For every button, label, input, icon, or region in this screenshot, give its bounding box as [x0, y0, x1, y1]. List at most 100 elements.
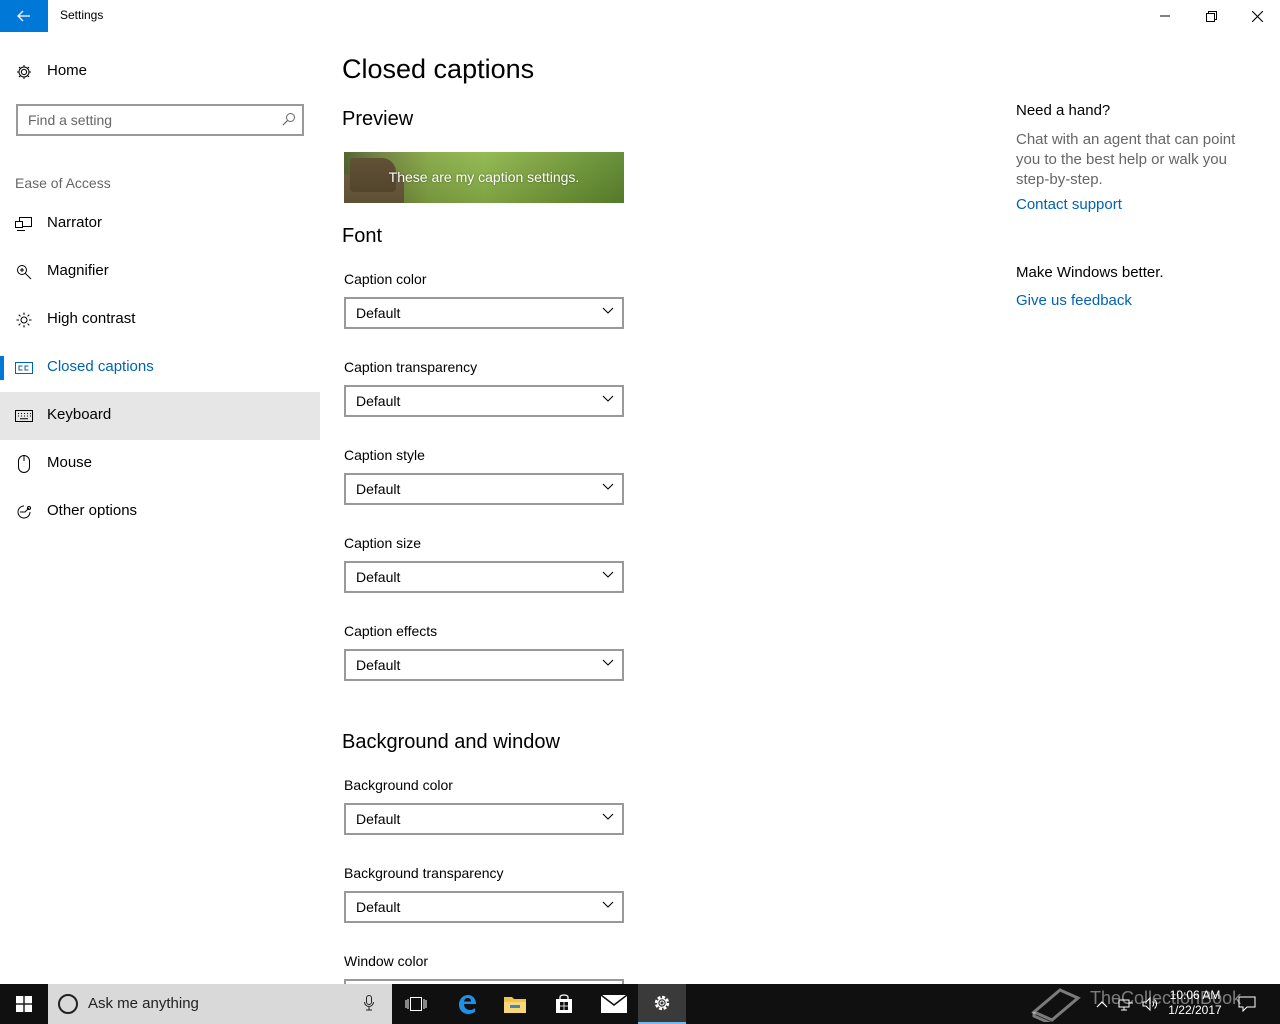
- store-icon: [556, 994, 572, 1013]
- help-heading: Need a hand?: [1016, 102, 1111, 119]
- caption-effects-dropdown[interactable]: Default: [344, 649, 624, 681]
- page-title: Closed captions: [342, 54, 535, 84]
- dropdown-value: Default: [356, 481, 401, 497]
- close-icon: [1251, 10, 1263, 22]
- edge-button[interactable]: [443, 984, 491, 1024]
- keyboard-icon: [15, 407, 33, 425]
- sidebar-item-label: Home: [47, 62, 88, 79]
- settings-taskbar-button[interactable]: [638, 984, 686, 1024]
- caption-color-dropdown[interactable]: Default: [344, 297, 624, 329]
- settings-icon: [654, 995, 670, 1011]
- taskbar: Ask me anything TheCollectionBook 10:06 …: [0, 984, 1280, 1024]
- sidebar-item-label: Magnifier: [47, 262, 109, 279]
- dropdown-value: Default: [356, 393, 401, 409]
- search-icon[interactable]: [282, 112, 296, 131]
- file-explorer-icon: [504, 997, 526, 1013]
- clock-date: 1/22/2017: [1168, 1003, 1222, 1017]
- store-button[interactable]: [540, 984, 588, 1024]
- taskbar-clock[interactable]: 10:06 AM 1/22/2017: [1160, 988, 1230, 1018]
- microphone-icon[interactable]: [364, 995, 374, 1016]
- caption-size-label: Caption size: [344, 535, 422, 551]
- chevron-down-icon: [602, 483, 614, 490]
- sidebar-item-label: High contrast: [47, 310, 136, 327]
- sidebar-item-narrator[interactable]: Narrator: [0, 200, 320, 248]
- dropdown-value: Default: [356, 569, 401, 585]
- cortana-icon: [58, 994, 78, 1014]
- chevron-down-icon: [602, 813, 614, 820]
- network-icon[interactable]: [1118, 994, 1134, 1014]
- chevron-down-icon: [602, 395, 614, 402]
- section-label: Ease of Access: [15, 175, 111, 191]
- cortana-search-box[interactable]: Ask me anything: [48, 984, 392, 1024]
- minimize-icon: [1160, 15, 1170, 17]
- cortana-search-text: Ask me anything: [88, 995, 199, 1012]
- chevron-down-icon: [602, 659, 614, 666]
- caption-size-dropdown[interactable]: Default: [344, 561, 624, 593]
- contact-support-link[interactable]: Contact support: [1016, 196, 1122, 213]
- sidebar-item-label: Other options: [47, 502, 138, 519]
- search-input[interactable]: [18, 106, 278, 134]
- sidebar: Home Ease of Access Narrator: [0, 32, 320, 984]
- magnifier-icon: [15, 263, 33, 281]
- caption-style-dropdown[interactable]: Default: [344, 473, 624, 505]
- mouse-icon: [15, 455, 33, 473]
- edge-icon: [459, 995, 476, 1014]
- clock-time: 10:06 AM: [1169, 988, 1221, 1002]
- caption-style-label: Caption style: [344, 447, 425, 463]
- window-title: Settings: [60, 8, 104, 22]
- sidebar-item-keyboard[interactable]: Keyboard: [0, 392, 320, 440]
- minimize-button[interactable]: [1142, 0, 1188, 32]
- start-button[interactable]: [0, 984, 48, 1024]
- restore-button[interactable]: [1188, 0, 1234, 32]
- sidebar-item-label: Mouse: [47, 454, 93, 471]
- high-contrast-icon: [15, 311, 33, 329]
- sidebar-item-label: Narrator: [47, 214, 103, 231]
- mail-button[interactable]: [590, 984, 638, 1024]
- restore-icon: [1205, 10, 1217, 22]
- preview-caption-text: These are my caption settings.: [388, 169, 580, 185]
- windows-logo-icon: [16, 996, 32, 1012]
- caption-color-label: Caption color: [344, 271, 427, 287]
- sidebar-item-label: Keyboard: [47, 406, 112, 423]
- feedback-heading: Make Windows better.: [1016, 264, 1164, 281]
- dropdown-value: Default: [356, 811, 401, 827]
- sidebar-item-magnifier[interactable]: Magnifier: [0, 248, 320, 296]
- preview-heading: Preview: [342, 108, 414, 130]
- help-text: Chat with an agent that can point you to…: [1016, 131, 1236, 188]
- sidebar-item-closed-captions[interactable]: Closed captions: [0, 344, 320, 392]
- chevron-down-icon: [602, 571, 614, 578]
- background-color-label: Background color: [344, 777, 453, 793]
- sidebar-item-home[interactable]: Home: [0, 48, 320, 96]
- sidebar-item-high-contrast[interactable]: High contrast: [0, 296, 320, 344]
- title-bar: Settings: [0, 0, 1280, 32]
- chevron-down-icon: [602, 307, 614, 314]
- background-transparency-label: Background transparency: [344, 865, 504, 881]
- file-explorer-button[interactable]: [491, 984, 539, 1024]
- volume-icon[interactable]: [1142, 994, 1160, 1014]
- sidebar-item-mouse[interactable]: Mouse: [0, 440, 320, 488]
- caption-transparency-dropdown[interactable]: Default: [344, 385, 624, 417]
- narrator-icon: [15, 215, 33, 233]
- search-box[interactable]: [16, 104, 304, 136]
- background-color-dropdown[interactable]: Default: [344, 803, 624, 835]
- close-button[interactable]: [1234, 0, 1280, 32]
- mail-icon: [601, 995, 627, 1013]
- chevron-up-icon[interactable]: [1096, 994, 1108, 1014]
- book-logo-icon: [1031, 988, 1081, 1022]
- task-view-button[interactable]: [392, 984, 440, 1024]
- chevron-down-icon: [602, 901, 614, 908]
- back-button[interactable]: [0, 0, 48, 32]
- dropdown-value: Default: [356, 657, 401, 673]
- sidebar-item-other-options[interactable]: Other options: [0, 488, 320, 536]
- arrow-left-icon: [17, 10, 30, 22]
- background-transparency-dropdown[interactable]: Default: [344, 891, 624, 923]
- action-center-icon[interactable]: [1238, 994, 1256, 1014]
- window-color-label: Window color: [344, 953, 429, 969]
- task-view-icon: [405, 997, 427, 1011]
- main-content: Closed captions Preview These are my cap…: [320, 32, 980, 1011]
- caption-preview: These are my caption settings.: [344, 152, 624, 203]
- background-heading: Background and window: [342, 731, 560, 753]
- selection-indicator: [0, 356, 4, 380]
- other-options-icon: [15, 503, 33, 521]
- give-feedback-link[interactable]: Give us feedback: [1016, 292, 1132, 309]
